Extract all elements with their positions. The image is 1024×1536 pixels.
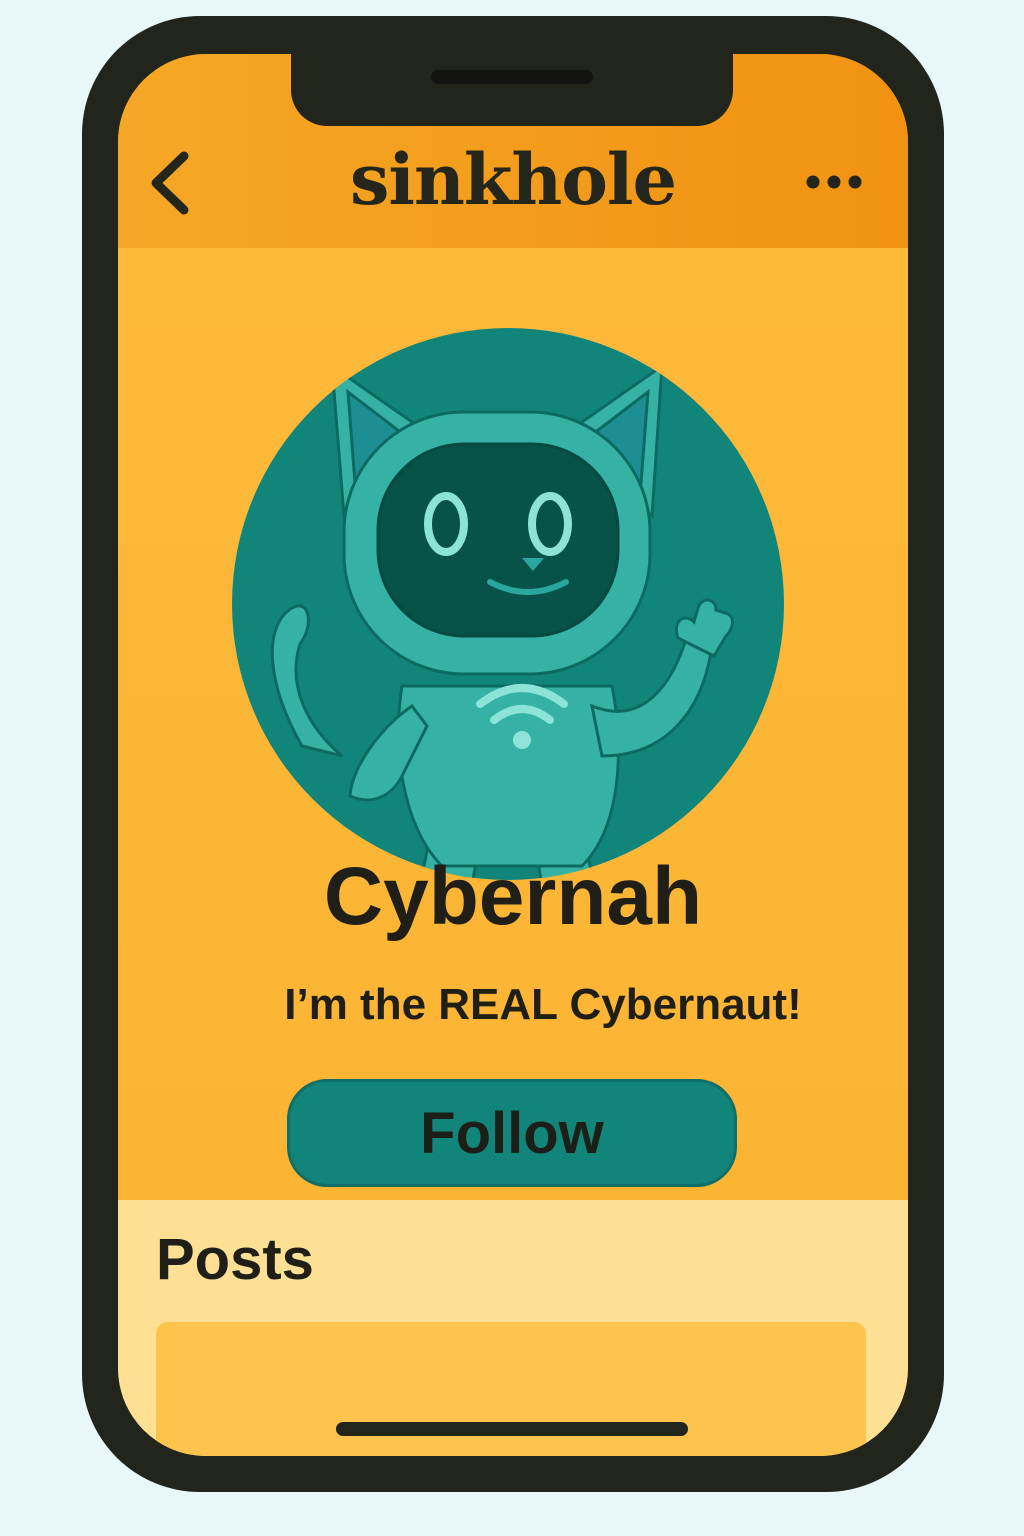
notch [291, 54, 733, 126]
robot-cat-avatar-icon [232, 328, 784, 880]
phone-frame: sinkhole Cybernah I’m the REAL Cybernaut… [82, 16, 944, 1492]
profile-name: Cybernah [323, 851, 703, 942]
posts-section: Posts [118, 1200, 908, 1456]
app-screen: sinkhole Cybernah I’m the REAL Cybernaut… [118, 54, 908, 1456]
more-horizontal-icon [806, 175, 862, 189]
posts-heading: Posts [156, 1227, 314, 1292]
follow-button[interactable]: Follow [287, 1079, 737, 1187]
profile-avatar [232, 326, 784, 886]
profile-bio: I’m the REAL Cybernaut! [284, 980, 802, 1029]
home-indicator[interactable] [336, 1422, 688, 1436]
speaker [431, 70, 593, 84]
app-title: sinkhole [349, 138, 677, 221]
more-options-button[interactable] [802, 164, 866, 200]
